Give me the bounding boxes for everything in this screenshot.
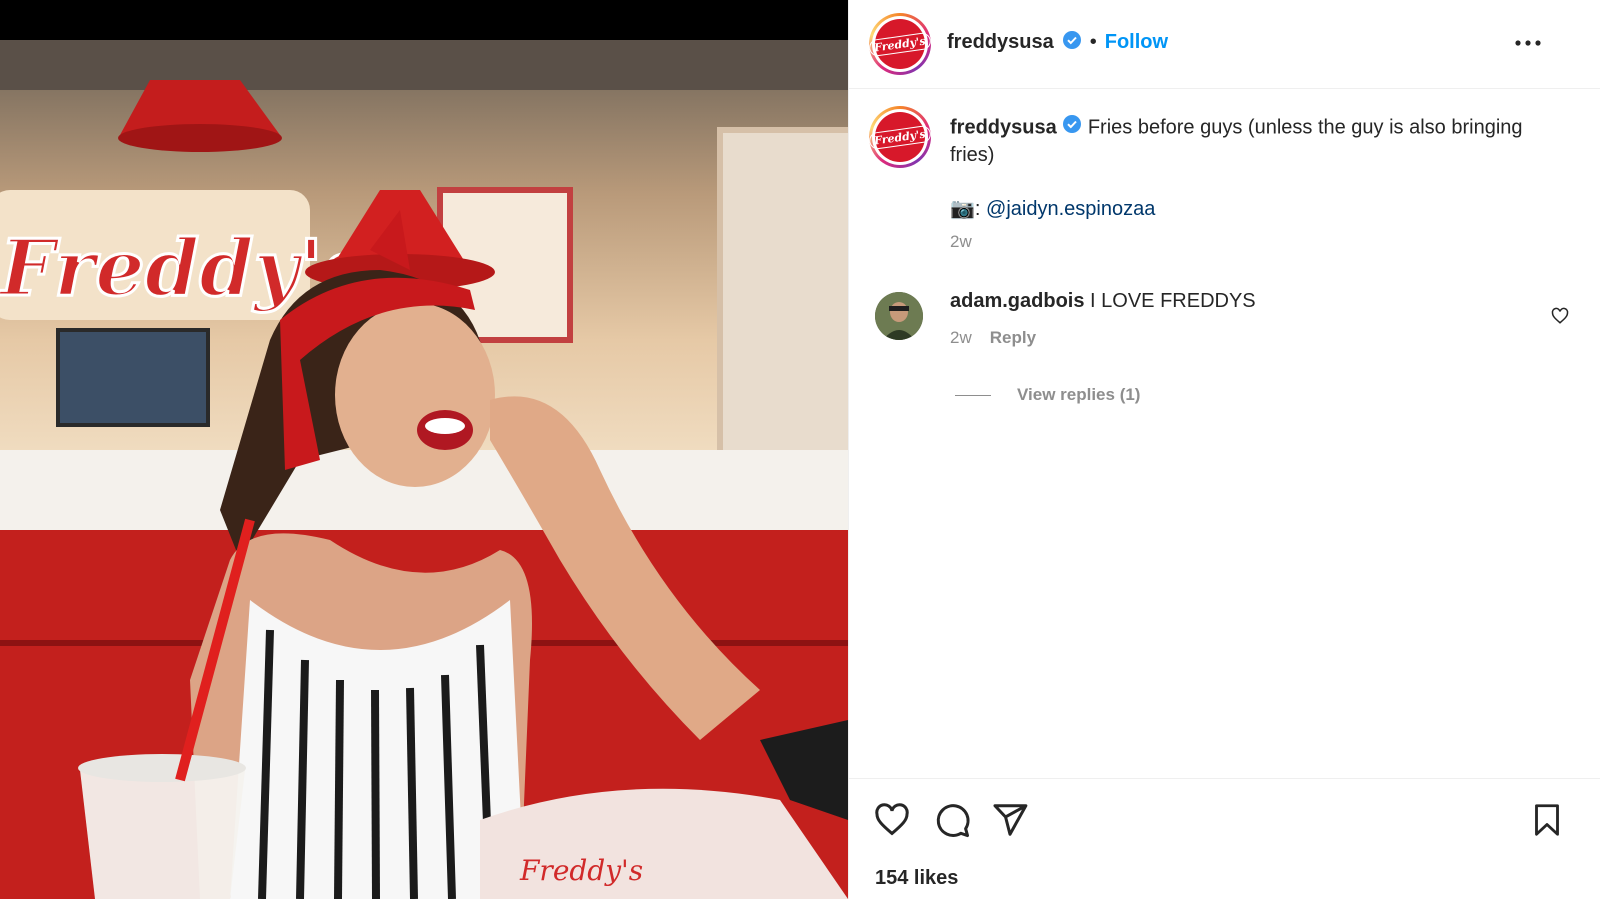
view-replies-button[interactable]: View replies (1) (1017, 385, 1140, 405)
credit-mention-link[interactable]: @jaidyn.espinozaa (986, 198, 1155, 220)
view-replies-row[interactable]: View replies (1) (955, 385, 1140, 405)
comment-body: adam.gadbois I LOVE FREDDYS (950, 288, 1256, 315)
save-bookmark-icon[interactable] (1529, 801, 1565, 839)
caption-username[interactable]: freddysusa (950, 116, 1057, 138)
commenter-avatar[interactable] (875, 292, 923, 340)
freddys-logo-text: Freddy's (868, 124, 932, 150)
caption-timestamp[interactable]: 2w (950, 232, 972, 252)
comment-bubble-icon[interactable] (933, 801, 971, 839)
caption-body: freddysusa Fries before guys (unless the… (950, 114, 1550, 169)
post-actions-footer: 154 likes (849, 778, 1600, 899)
comment-text: I LOVE FREDDYS (1090, 290, 1256, 312)
post-header: Freddy's freddysusa • Follow (849, 0, 1600, 89)
freddys-logo: Freddy's (868, 19, 932, 69)
author-username[interactable]: freddysusa (947, 31, 1054, 54)
freddys-logo: Freddy's (868, 112, 932, 162)
share-paper-plane-icon[interactable] (991, 801, 1029, 839)
verified-badge-icon (1062, 114, 1082, 142)
verified-badge-icon (1062, 30, 1082, 55)
like-heart-icon[interactable] (873, 801, 911, 839)
comment-meta: 2w Reply (950, 328, 1036, 348)
reply-button[interactable]: Reply (990, 328, 1036, 348)
more-options-icon[interactable] (1513, 30, 1543, 56)
camera-credit-prefix: 📷: (950, 198, 981, 220)
follow-button[interactable]: Follow (1105, 31, 1168, 54)
post-image-pane: Freddy's Freddy's (0, 0, 848, 899)
comment-timestamp[interactable]: 2w (950, 328, 972, 348)
caption-author-avatar[interactable]: Freddy's (868, 106, 932, 168)
fry-bag-logo: Freddy's (519, 854, 643, 887)
photo-credit: 📷: @jaidyn.espinozaa (950, 196, 1155, 223)
replies-divider-line (955, 394, 991, 396)
post-details-panel: Freddy's freddysusa • Follow Freddy's fr… (848, 0, 1600, 899)
commenter-username[interactable]: adam.gadbois (950, 290, 1084, 312)
likes-count[interactable]: 154 likes (875, 867, 958, 890)
instagram-post-modal: Freddy's Freddy's Freddy's freddysusa • … (0, 0, 1600, 899)
header-separator: • (1089, 31, 1097, 53)
post-image[interactable]: Freddy's Freddy's (0, 40, 848, 899)
freddys-logo-text: Freddy's (868, 31, 932, 57)
comment-like-heart-icon[interactable] (1551, 307, 1569, 325)
author-avatar[interactable]: Freddy's (868, 13, 932, 75)
post-photo-illustration: Freddy's Freddy's (0, 40, 848, 899)
